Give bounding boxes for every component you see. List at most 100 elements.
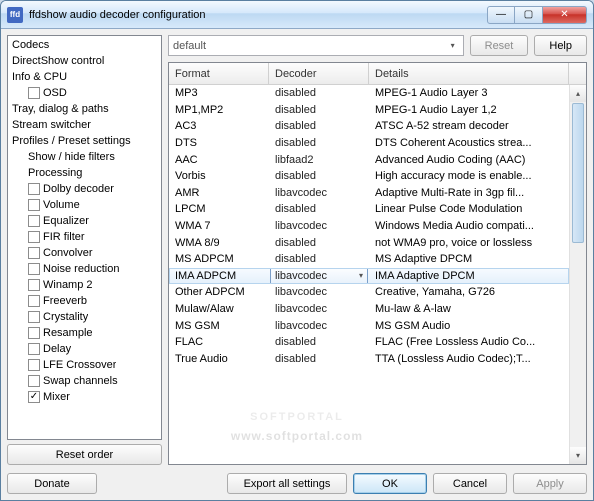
tree-item[interactable]: LFE Crossover bbox=[8, 357, 161, 373]
checkbox-icon[interactable] bbox=[28, 359, 40, 371]
checkbox-icon[interactable] bbox=[28, 375, 40, 387]
checkbox-icon[interactable] bbox=[28, 215, 40, 227]
table-row[interactable]: AAClibfaad2Advanced Audio Coding (AAC) bbox=[169, 151, 569, 168]
column-header-decoder[interactable]: Decoder bbox=[269, 63, 369, 84]
table-row[interactable]: MS GSMlibavcodecMS GSM Audio bbox=[169, 317, 569, 334]
tree-item[interactable]: Dolby decoder bbox=[8, 181, 161, 197]
scroll-thumb[interactable] bbox=[572, 103, 584, 243]
checkbox-icon[interactable] bbox=[28, 87, 40, 99]
checkbox-icon[interactable] bbox=[28, 247, 40, 259]
table-row[interactable]: VorbisdisabledHigh accuracy mode is enab… bbox=[169, 168, 569, 185]
cell-decoder[interactable]: libavcodec bbox=[269, 286, 369, 298]
tree-item[interactable]: Stream switcher bbox=[8, 117, 161, 133]
table-row[interactable]: AC3disabledATSC A-52 stream decoder bbox=[169, 118, 569, 135]
tree-item[interactable]: Convolver bbox=[8, 245, 161, 261]
cancel-button[interactable]: Cancel bbox=[433, 473, 507, 494]
reset-order-button[interactable]: Reset order bbox=[7, 444, 162, 465]
donate-button[interactable]: Donate bbox=[7, 473, 97, 494]
export-button[interactable]: Export all settings bbox=[227, 473, 347, 494]
vertical-scrollbar[interactable]: ▴ ▾ bbox=[569, 85, 586, 464]
tree-item-label: Profiles / Preset settings bbox=[12, 135, 131, 147]
tree-item[interactable]: Noise reduction bbox=[8, 261, 161, 277]
reset-button[interactable]: Reset bbox=[470, 35, 529, 56]
cell-decoder[interactable]: disabled bbox=[269, 170, 369, 182]
cell-decoder[interactable]: libavcodec bbox=[269, 187, 369, 199]
cell-decoder[interactable]: disabled bbox=[269, 104, 369, 116]
close-button[interactable]: ✕ bbox=[543, 6, 587, 24]
table-row[interactable]: MP1,MP2disabledMPEG-1 Audio Layer 1,2 bbox=[169, 102, 569, 119]
tree-item[interactable]: Freeverb bbox=[8, 293, 161, 309]
tree-item[interactable]: Winamp 2 bbox=[8, 277, 161, 293]
scroll-down-icon[interactable]: ▾ bbox=[570, 447, 586, 464]
checkbox-icon[interactable] bbox=[28, 263, 40, 275]
checkbox-icon[interactable] bbox=[28, 183, 40, 195]
minimize-button[interactable]: — bbox=[487, 6, 515, 24]
column-header-details[interactable]: Details bbox=[369, 63, 569, 84]
help-button[interactable]: Help bbox=[534, 35, 587, 56]
column-header-format[interactable]: Format bbox=[169, 63, 269, 84]
table-row[interactable]: AMRlibavcodecAdaptive Multi-Rate in 3gp … bbox=[169, 185, 569, 202]
tree-item[interactable]: Swap channels bbox=[8, 373, 161, 389]
table-row[interactable]: IMA ADPCMlibavcodec▾IMA Adaptive DPCM bbox=[169, 268, 569, 285]
cell-decoder[interactable]: libfaad2 bbox=[269, 154, 369, 166]
tree-item[interactable]: Crystality bbox=[8, 309, 161, 325]
tree-item[interactable]: FIR filter bbox=[8, 229, 161, 245]
tree-item[interactable]: Resample bbox=[8, 325, 161, 341]
cell-decoder[interactable]: libavcodec bbox=[269, 320, 369, 332]
checkbox-icon[interactable] bbox=[28, 327, 40, 339]
checkbox-icon[interactable] bbox=[28, 311, 40, 323]
checkbox-icon[interactable] bbox=[28, 231, 40, 243]
tree-item[interactable]: Tray, dialog & paths bbox=[8, 101, 161, 117]
maximize-button[interactable]: ▢ bbox=[515, 6, 543, 24]
scroll-up-icon[interactable]: ▴ bbox=[570, 85, 586, 102]
tree-item[interactable]: Volume bbox=[8, 197, 161, 213]
table-row[interactable]: WMA 7libavcodecWindows Media Audio compa… bbox=[169, 218, 569, 235]
cell-decoder[interactable]: disabled bbox=[269, 353, 369, 365]
cell-decoder[interactable]: libavcodec bbox=[269, 220, 369, 232]
cell-decoder[interactable]: disabled bbox=[269, 203, 369, 215]
checkbox-icon[interactable] bbox=[28, 295, 40, 307]
cell-decoder[interactable]: disabled bbox=[269, 87, 369, 99]
checkbox-icon[interactable] bbox=[28, 343, 40, 355]
checkbox-icon[interactable] bbox=[28, 199, 40, 211]
apply-button[interactable]: Apply bbox=[513, 473, 587, 494]
cell-decoder[interactable]: disabled bbox=[269, 237, 369, 249]
table-row[interactable]: True AudiodisabledTTA (Lossless Audio Co… bbox=[169, 351, 569, 368]
table-row[interactable]: Other ADPCMlibavcodecCreative, Yamaha, G… bbox=[169, 284, 569, 301]
cell-decoder[interactable]: libavcodec bbox=[269, 303, 369, 315]
table-row[interactable]: LPCMdisabledLinear Pulse Code Modulation bbox=[169, 201, 569, 218]
tree-item[interactable]: Info & CPU bbox=[8, 69, 161, 85]
checkbox-icon[interactable] bbox=[28, 279, 40, 291]
tree-item[interactable]: OSD bbox=[8, 85, 161, 101]
table-row[interactable]: Mulaw/AlawlibavcodecMu-law & A-law bbox=[169, 301, 569, 318]
tree-item[interactable]: Profiles / Preset settings bbox=[8, 133, 161, 149]
preset-select[interactable]: default ▾ bbox=[168, 35, 464, 56]
cell-details: MS Adaptive DPCM bbox=[369, 253, 569, 265]
tree-item[interactable]: Codecs bbox=[8, 37, 161, 53]
cell-decoder[interactable]: disabled bbox=[269, 120, 369, 132]
cell-decoder[interactable]: disabled bbox=[269, 253, 369, 265]
table-row[interactable]: FLACdisabledFLAC (Free Lossless Audio Co… bbox=[169, 334, 569, 351]
tree-item[interactable]: Processing bbox=[8, 165, 161, 181]
cell-format: AC3 bbox=[169, 120, 269, 132]
tree-item[interactable]: Show / hide filters bbox=[8, 149, 161, 165]
tree-item[interactable]: DirectShow control bbox=[8, 53, 161, 69]
column-header-spacer bbox=[569, 63, 586, 84]
decoder-select[interactable]: libavcodec▾ bbox=[270, 268, 368, 284]
cell-decoder[interactable]: disabled bbox=[269, 336, 369, 348]
table-row[interactable]: WMA 8/9disablednot WMA9 pro, voice or lo… bbox=[169, 234, 569, 251]
tree-item[interactable]: ✓Mixer bbox=[8, 389, 161, 405]
cell-format: AAC bbox=[169, 154, 269, 166]
tree-item[interactable]: Equalizer bbox=[8, 213, 161, 229]
ok-button[interactable]: OK bbox=[353, 473, 427, 494]
table-row[interactable]: MP3disabledMPEG-1 Audio Layer 3 bbox=[169, 85, 569, 102]
cell-decoder[interactable]: libavcodec▾ bbox=[269, 268, 369, 284]
sidebar-tree[interactable]: CodecsDirectShow control Info & CPU OSDTra… bbox=[7, 35, 162, 440]
tree-item-label: Info & CPU bbox=[12, 71, 67, 83]
cell-decoder[interactable]: disabled bbox=[269, 137, 369, 149]
table-row[interactable]: DTSdisabledDTS Coherent Acoustics strea.… bbox=[169, 135, 569, 152]
table-row[interactable]: MS ADPCMdisabledMS Adaptive DPCM bbox=[169, 251, 569, 268]
checkbox-icon[interactable]: ✓ bbox=[28, 391, 40, 403]
titlebar: ffd ffdshow audio decoder configuration … bbox=[1, 1, 593, 29]
tree-item[interactable]: Delay bbox=[8, 341, 161, 357]
